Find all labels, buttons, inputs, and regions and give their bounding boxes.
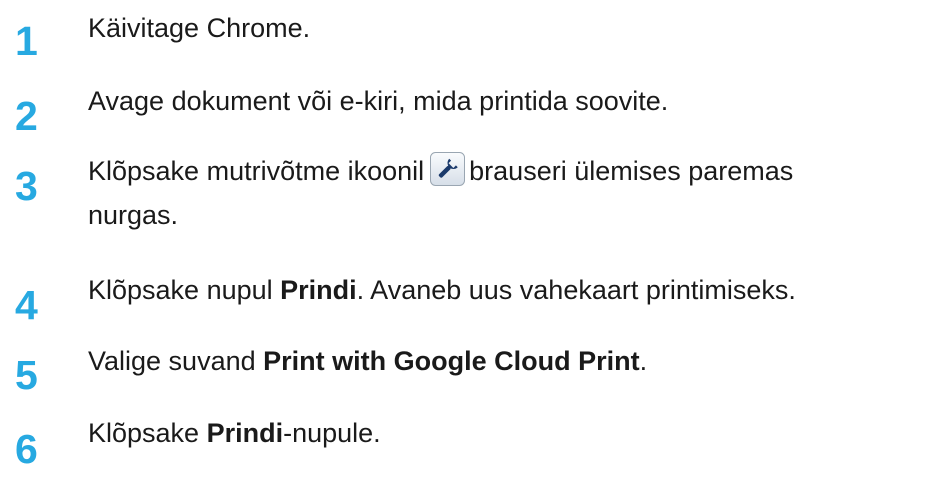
step-text-suffix: -nupule. <box>283 418 381 448</box>
wrench-icon <box>430 152 466 186</box>
step-text-prefix: Klõpsake <box>88 418 207 448</box>
step-text: Klõpsake Prindi-nupule. <box>88 413 951 453</box>
step-text-bold: Prindi <box>280 275 357 305</box>
step-number: 3 <box>15 163 38 209</box>
step-text-suffix: . Avaneb uus vahekaart printimiseks. <box>356 275 796 305</box>
step-text-after-icon: brauseri ülemises paremas <box>469 156 794 186</box>
step-number: 4 <box>15 282 38 328</box>
step-text: Klõpsake nupul Prindi. Avaneb uus vaheka… <box>88 270 951 310</box>
step-number: 1 <box>15 18 38 64</box>
step-number: 2 <box>15 93 38 139</box>
step-text-prefix: Klõpsake nupul <box>88 275 281 305</box>
step-text-bold: Prindi <box>206 418 284 448</box>
step-text: Avage dokument või e-kiri, mida printida… <box>88 86 669 116</box>
step-text-line2: nurgas. <box>88 200 179 230</box>
step-text: Valige suvand Print with Google Cloud Pr… <box>88 341 951 381</box>
step-text-bold: Print with Google Cloud Print <box>263 346 640 376</box>
step-number: 6 <box>15 426 38 472</box>
step-text-suffix: . <box>639 346 648 376</box>
step-text-prefix: Valige suvand <box>88 346 264 376</box>
step-text: Käivitage Chrome. <box>88 13 311 43</box>
step-number: 5 <box>15 352 38 398</box>
step-text-before-icon: Klõpsake mutrivõtme ikoonil <box>88 156 425 186</box>
step-text: Klõpsake mutrivõtme ikoonil brauseri üle… <box>88 151 951 235</box>
instruction-steps: 1 Käivitage Chrome. 2 Avage dokument või… <box>0 0 951 504</box>
